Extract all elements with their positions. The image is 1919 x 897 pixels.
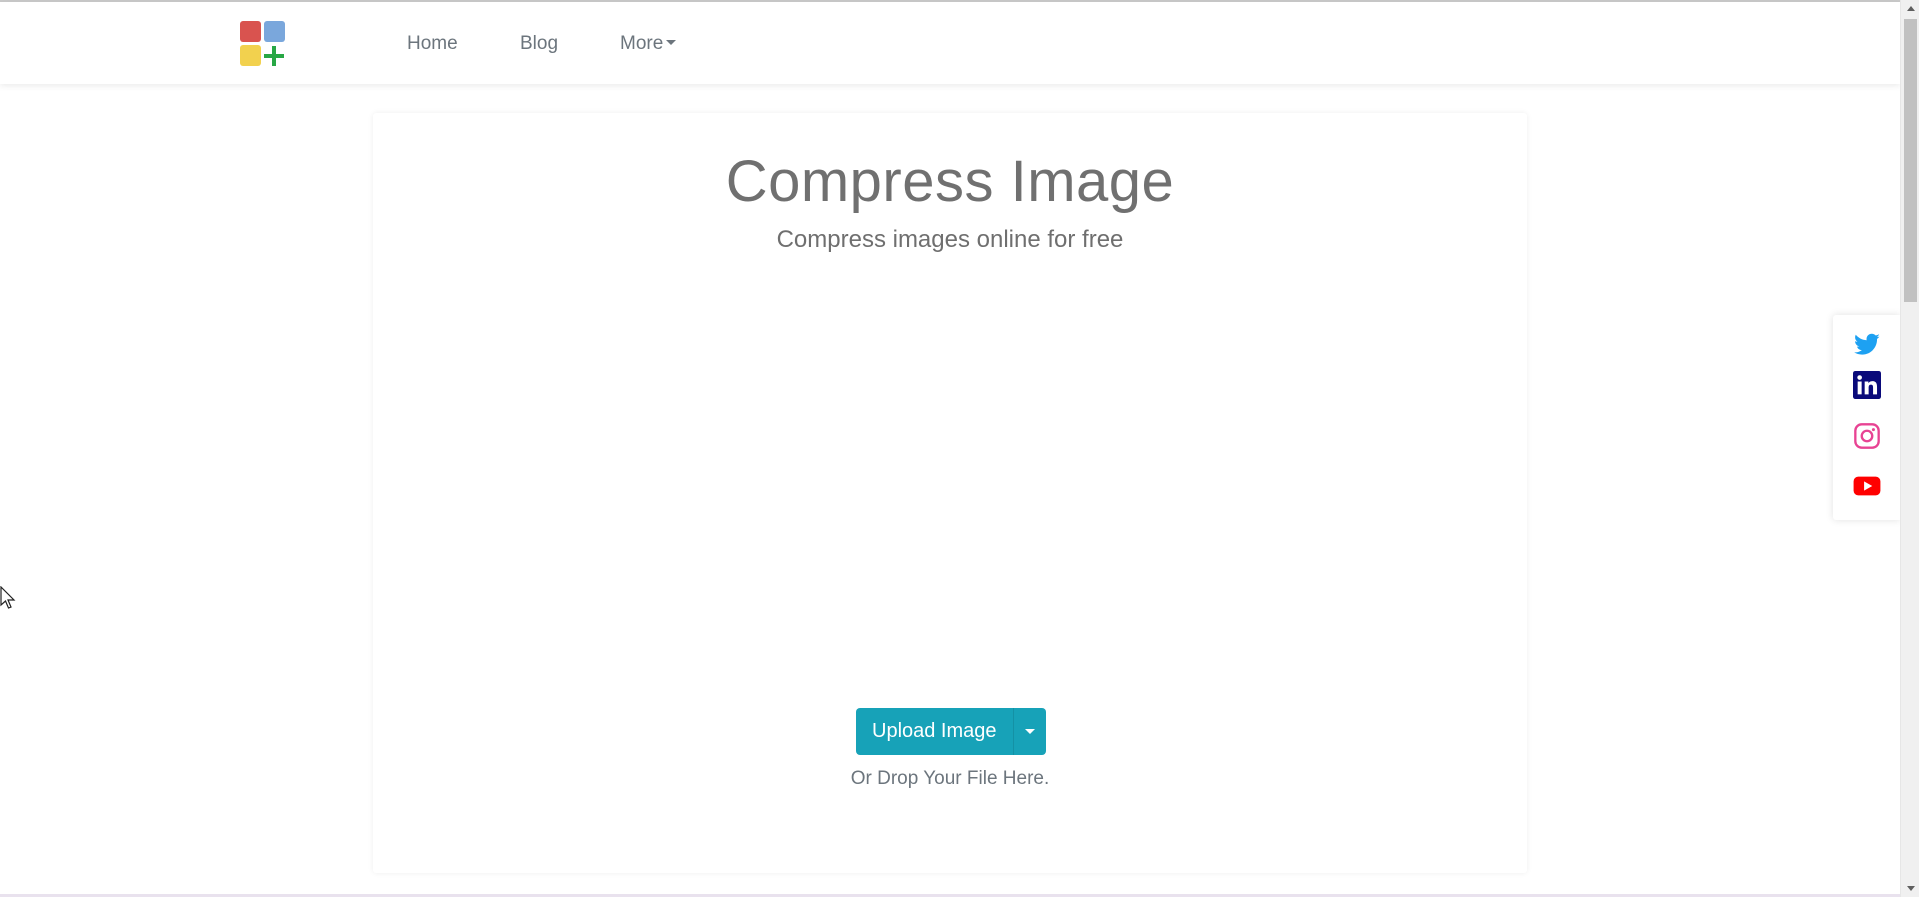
caret-down-icon — [1024, 729, 1035, 734]
upload-image-button[interactable]: Upload Image — [856, 708, 1013, 755]
logo-link[interactable] — [240, 21, 287, 68]
linkedin-icon[interactable] — [1853, 371, 1881, 399]
youtube-icon[interactable] — [1853, 472, 1881, 500]
page-subtitle: Compress images online for free — [776, 226, 1124, 253]
vertical-scrollbar[interactable] — [1900, 0, 1919, 897]
nav-home-link[interactable]: Home — [407, 32, 458, 56]
page-title: Compress Image — [725, 149, 1175, 214]
upload-options-toggle[interactable] — [1012, 708, 1046, 755]
nav-blog-link[interactable]: Blog — [520, 32, 558, 56]
scrollbar-thumb[interactable] — [1904, 19, 1917, 302]
scroll-down-arrow-icon[interactable] — [1901, 880, 1919, 897]
nav-more-dropdown[interactable]: More — [620, 32, 677, 56]
caret-down-icon — [666, 39, 677, 45]
navbar: Home Blog More — [0, 2, 1900, 84]
page: Home Blog More Compress Image Compress i… — [0, 0, 1900, 897]
compress-card: Compress Image Compress images online fo… — [373, 113, 1527, 873]
app-grid-plus-logo-icon — [240, 21, 285, 66]
scroll-up-arrow-icon[interactable] — [1901, 0, 1919, 17]
mouse-pointer-icon — [0, 586, 16, 609]
upload-button-group: Upload Image — [856, 708, 1046, 755]
instagram-icon[interactable] — [1853, 422, 1881, 450]
drop-zone-hint: Or Drop Your File Here. — [850, 768, 1050, 789]
twitter-icon[interactable] — [1853, 331, 1881, 359]
nav-more-label: More — [620, 33, 664, 54]
social-share-panel — [1833, 315, 1900, 520]
browser-viewport: Home Blog More Compress Image Compress i… — [0, 0, 1919, 897]
